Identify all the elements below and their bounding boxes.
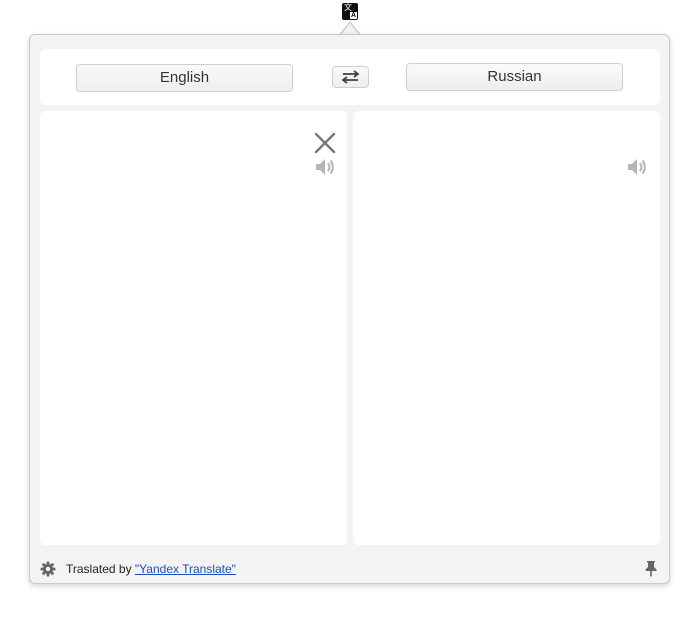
speaker-icon[interactable] (314, 157, 336, 177)
translation-panel (353, 111, 660, 545)
translate-glyph-a: A (350, 12, 357, 19)
pin-icon[interactable] (644, 560, 658, 577)
swap-arrows-icon (341, 70, 360, 84)
target-language-button[interactable]: Russian (406, 63, 623, 91)
translate-glyph: 文 (344, 3, 352, 12)
swap-languages-button[interactable] (332, 66, 369, 88)
attribution: Traslated by "Yandex Translate" (66, 562, 236, 576)
language-bar: English Russian (40, 49, 660, 105)
yandex-translate-link[interactable]: "Yandex Translate" (135, 562, 236, 576)
translate-icon[interactable]: 文 A (342, 3, 358, 20)
close-icon[interactable] (313, 131, 337, 155)
popover-footer: Traslated by "Yandex Translate" (30, 553, 669, 583)
source-language-button[interactable]: English (76, 64, 293, 92)
source-text-panel[interactable] (40, 111, 347, 545)
speaker-icon[interactable] (626, 157, 648, 177)
attribution-label: Traslated by (66, 562, 135, 576)
gear-icon[interactable] (40, 561, 56, 577)
translator-popover: English Russian Traslated by "Yandex Tra… (29, 34, 670, 584)
